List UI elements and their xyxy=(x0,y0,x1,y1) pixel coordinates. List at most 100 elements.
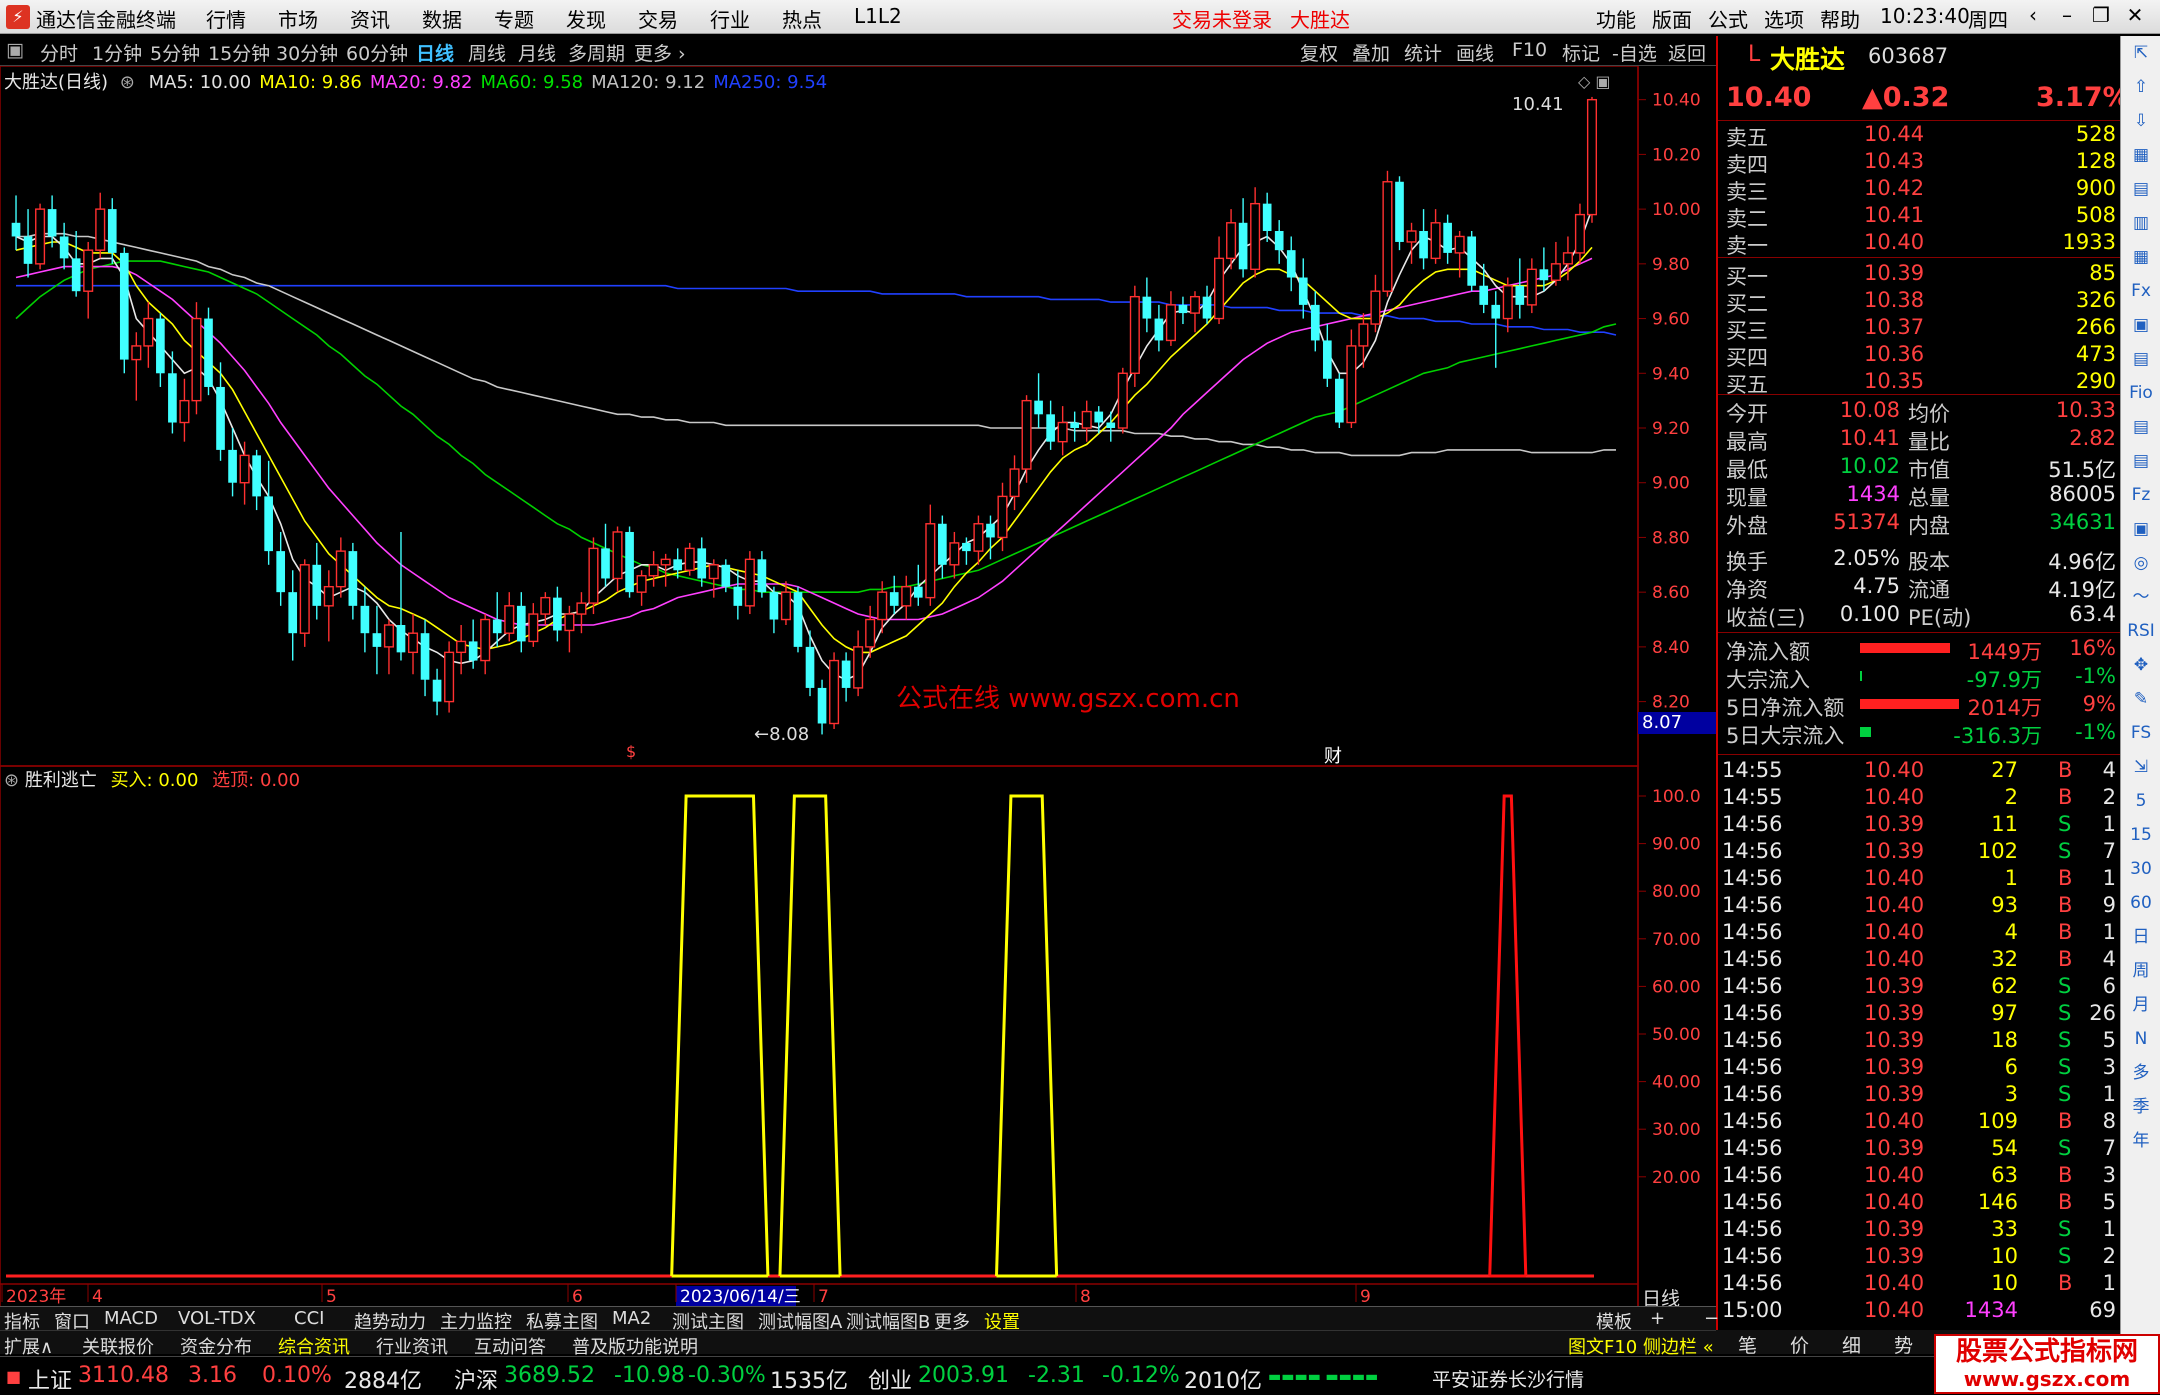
chart-options-icon[interactable]: ◇ ▣ xyxy=(1578,72,1611,91)
quote-tab[interactable]: 势 xyxy=(1894,1331,1913,1358)
candle-down[interactable] xyxy=(553,586,562,642)
menu-hangqing[interactable]: 行情 xyxy=(206,4,246,33)
candle-up[interactable] xyxy=(588,537,599,615)
candle-up[interactable] xyxy=(853,630,864,697)
candle-up[interactable] xyxy=(383,619,394,675)
candle-down[interactable] xyxy=(1419,209,1428,270)
tick-row[interactable]: 14:56 10.40 63 B 3 xyxy=(1718,1162,2122,1189)
candle-up[interactable] xyxy=(480,614,491,675)
menu-banmian[interactable]: 版面 xyxy=(1652,4,1692,33)
indicator-tab[interactable]: MA2 xyxy=(612,1308,651,1329)
candle-up[interactable] xyxy=(1586,96,1598,223)
candle-up[interactable] xyxy=(865,605,876,658)
sidebar-tool-icon[interactable]: ▦ xyxy=(2121,240,2160,274)
candle-up[interactable] xyxy=(1021,395,1032,483)
sidebar-tool-icon[interactable]: 多 xyxy=(2121,1056,2160,1090)
sidebar-tool-icon[interactable]: 日 xyxy=(2121,920,2160,954)
candle-up[interactable] xyxy=(131,332,142,401)
candle-up[interactable] xyxy=(1250,187,1261,278)
tick-row[interactable]: 14:56 10.39 3 S 1 xyxy=(1718,1081,2122,1108)
menu-zhuanti[interactable]: 专题 xyxy=(494,4,534,33)
login-status[interactable]: 交易未登录 xyxy=(1172,4,1272,33)
candle-up[interactable] xyxy=(239,441,250,505)
tick-row[interactable]: 14:56 10.39 10 S 2 xyxy=(1718,1243,2122,1270)
candle-down[interactable] xyxy=(805,630,815,697)
tick-row[interactable]: 14:56 10.39 97 S 26 xyxy=(1718,1000,2122,1027)
kline-chart[interactable]: 10.40 10.20 10.00 9.80 9.60 9.40 9.20 9.00 8.80 8… xyxy=(0,66,1716,1306)
tool-fanhui[interactable]: 返回 xyxy=(1668,39,1706,66)
candle-up[interactable] xyxy=(684,542,695,576)
chart-panel[interactable]: 10.40 10.20 10.00 9.80 9.60 9.40 9.20 9.00 8.80 8… xyxy=(0,66,1716,1310)
candle-up[interactable] xyxy=(1129,285,1140,387)
tool-f10[interactable]: F10 xyxy=(1512,39,1547,61)
candle-down[interactable] xyxy=(1202,285,1212,325)
menu-gongshi[interactable]: 公式 xyxy=(1708,4,1748,33)
candle-down[interactable] xyxy=(697,537,707,587)
candle-down[interactable] xyxy=(757,551,767,598)
template-tab[interactable]: + xyxy=(1650,1308,1665,1329)
candle-down[interactable] xyxy=(889,575,899,615)
candle-up[interactable] xyxy=(528,603,539,647)
candle-down[interactable] xyxy=(938,515,947,579)
candle-down[interactable] xyxy=(817,679,827,735)
finance-marker[interactable]: 财 xyxy=(1324,742,1342,768)
candle-up[interactable] xyxy=(444,641,455,713)
candle-down[interactable] xyxy=(1178,296,1188,325)
sidebar-tool-icon[interactable]: 月 xyxy=(2121,988,2160,1022)
candle-up[interactable] xyxy=(1189,291,1201,333)
candle-up[interactable] xyxy=(636,570,647,606)
candle-up[interactable] xyxy=(1081,400,1092,442)
candle-down[interactable] xyxy=(312,542,322,620)
candle-up[interactable] xyxy=(1430,209,1441,264)
tick-row[interactable]: 14:55 10.40 2 B 2 xyxy=(1718,784,2122,811)
candle-up[interactable] xyxy=(179,378,190,442)
candle-down[interactable] xyxy=(841,652,851,702)
candle-up[interactable] xyxy=(973,515,984,565)
tick-row[interactable]: 14:56 10.40 146 B 5 xyxy=(1718,1189,2122,1216)
period-5min[interactable]: 5分钟 xyxy=(150,39,200,66)
menu-zixun[interactable]: 资讯 xyxy=(350,4,390,33)
candle-down[interactable] xyxy=(1262,192,1272,242)
tick-row[interactable]: 14:56 10.39 62 S 6 xyxy=(1718,973,2122,1000)
menu-l1l2[interactable]: L1L2 xyxy=(854,4,902,28)
tick-row[interactable]: 14:56 10.39 54 S 7 xyxy=(1718,1135,2122,1162)
candle-up[interactable] xyxy=(1358,313,1369,368)
candle-down[interactable] xyxy=(1046,400,1055,450)
tool-tongji[interactable]: 统计 xyxy=(1404,39,1442,66)
candle-down[interactable] xyxy=(1094,406,1104,434)
period-multi[interactable]: 多周期 xyxy=(568,39,625,66)
candle-up[interactable] xyxy=(83,241,94,319)
candle-down[interactable] xyxy=(264,460,273,565)
candle-down[interactable] xyxy=(601,523,610,587)
candle-up[interactable] xyxy=(1009,455,1020,511)
template-tab[interactable]: − xyxy=(1704,1308,1719,1329)
candle-up[interactable] xyxy=(1370,274,1381,333)
candle-down[interactable] xyxy=(1286,236,1296,292)
candle-up[interactable] xyxy=(1382,170,1393,297)
tick-list[interactable]: 14:55 10.40 27 B 4 14:55 10.40 2 B 2 14:56 10.39 11 S… xyxy=(1718,754,2122,1334)
menu-shichang[interactable]: 市场 xyxy=(278,4,318,33)
tick-row[interactable]: 14:56 10.39 11 S 1 xyxy=(1718,811,2122,838)
sidebar-tool-icon[interactable]: 年 xyxy=(2121,1124,2160,1158)
candle-up[interactable] xyxy=(95,192,106,259)
tick-row[interactable]: 14:56 10.40 1 B 1 xyxy=(1718,865,2122,892)
panel-toggle-icon[interactable]: ▣ xyxy=(6,39,24,61)
quote-tab[interactable]: 细 xyxy=(1842,1331,1861,1358)
candle-down[interactable] xyxy=(276,531,286,606)
sidebar-tool-icon[interactable]: ⇱ xyxy=(2121,36,2160,70)
candle-up[interactable] xyxy=(1574,203,1585,264)
tool-biaoji[interactable]: 标记 xyxy=(1562,39,1600,66)
candle-down[interactable] xyxy=(348,542,358,620)
sidebar-tool-icon[interactable]: ✥ xyxy=(2121,648,2160,682)
candle-down[interactable] xyxy=(1395,176,1404,251)
candle-down[interactable] xyxy=(1274,220,1284,264)
sidebar-tool-icon[interactable]: ▤ xyxy=(2121,342,2160,376)
candle-up[interactable] xyxy=(335,537,346,598)
candle-up[interactable] xyxy=(925,504,936,606)
candle-down[interactable] xyxy=(204,307,213,396)
sidebar-tool-icon[interactable]: ▥ xyxy=(2121,206,2160,240)
candle-up[interactable] xyxy=(829,652,840,729)
tick-row[interactable]: 14:56 10.39 102 S 7 xyxy=(1718,838,2122,865)
quote-tab[interactable]: 笔 xyxy=(1738,1331,1757,1358)
candle-up[interactable] xyxy=(1165,291,1176,346)
